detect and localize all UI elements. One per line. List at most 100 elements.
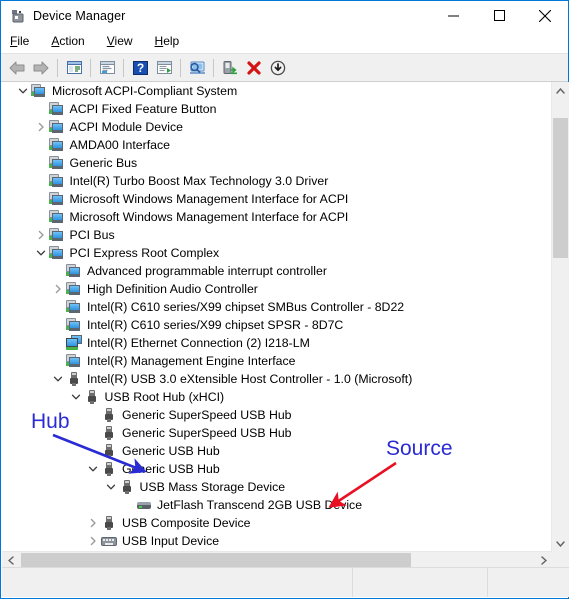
tree-item-label: Generic USB Hub bbox=[122, 462, 220, 476]
menu-help[interactable]: Help bbox=[155, 30, 180, 53]
tree-item[interactable]: Advanced programmable interrupt controll… bbox=[2, 262, 552, 280]
tree-item-label: Generic Bus bbox=[69, 156, 138, 170]
tree-item[interactable]: USB Composite Device bbox=[2, 514, 552, 532]
menu-action[interactable]: Action bbox=[51, 30, 84, 53]
tree-item[interactable]: USB Input Device bbox=[2, 532, 552, 550]
help-button[interactable]: ? bbox=[128, 56, 152, 80]
usb-icon bbox=[101, 515, 117, 531]
device-icon bbox=[48, 227, 65, 243]
chevron-right-icon[interactable] bbox=[33, 118, 49, 136]
tree-item-label: USB Mass Storage Device bbox=[139, 480, 286, 494]
device-icon bbox=[31, 83, 47, 99]
tree-item-label: High Definition Audio Controller bbox=[87, 282, 258, 296]
minimize-button[interactable] bbox=[430, 1, 476, 30]
tree-item[interactable]: Generic SuperSpeed USB Hub bbox=[2, 424, 552, 442]
back-button[interactable] bbox=[5, 56, 29, 80]
menu-view-rest: iew bbox=[114, 34, 133, 48]
tree-item-label: Microsoft Windows Management Interface f… bbox=[69, 210, 349, 224]
status-pane-3 bbox=[488, 568, 569, 597]
toolbar-separator bbox=[90, 58, 91, 77]
tree-item[interactable]: Generic SuperSpeed USB Hub bbox=[2, 406, 552, 424]
tree-item[interactable]: USB Mass Storage Device bbox=[2, 478, 552, 496]
chevron-right-icon[interactable] bbox=[50, 280, 66, 298]
tree-item[interactable]: Generic Bus bbox=[2, 154, 552, 172]
tree-item[interactable]: ACPI Fixed Feature Button bbox=[2, 100, 552, 118]
tree-item[interactable]: AMDA00 Interface bbox=[2, 136, 552, 154]
tree-item[interactable]: Microsoft ACPI-Compliant System bbox=[2, 82, 552, 100]
chevron-right-icon[interactable] bbox=[85, 514, 101, 532]
disable-device-button[interactable] bbox=[266, 56, 290, 80]
forward-button[interactable] bbox=[29, 56, 53, 80]
vertical-scrollbar-thumb[interactable] bbox=[553, 118, 568, 258]
scroll-down-arrow[interactable] bbox=[552, 535, 569, 552]
tree-item[interactable]: USB Root Hub (xHCI) bbox=[2, 388, 552, 406]
tree-item[interactable]: Intel(R) USB 3.0 eXtensible Host Control… bbox=[2, 370, 552, 388]
menu-help-rest: elp bbox=[163, 34, 180, 48]
window-title: Device Manager bbox=[33, 8, 126, 23]
device-icon bbox=[66, 281, 82, 297]
chevron-down-icon[interactable] bbox=[15, 82, 31, 100]
tree-item[interactable]: Microsoft Windows Management Interface f… bbox=[2, 190, 552, 208]
chevron-right-icon[interactable] bbox=[85, 532, 101, 550]
disk-drive-icon bbox=[136, 497, 152, 513]
tree-item-label: JetFlash Transcend 2GB USB Device bbox=[157, 498, 363, 512]
tree-item-label: Intel(R) USB 3.0 eXtensible Host Control… bbox=[87, 372, 413, 386]
tree-item-label: Generic USB Hub bbox=[122, 444, 220, 458]
scroll-up-arrow[interactable] bbox=[552, 82, 569, 99]
menu-view[interactable]: View bbox=[107, 30, 133, 53]
usb-icon bbox=[119, 479, 135, 495]
close-button[interactable] bbox=[522, 1, 568, 30]
device-icon bbox=[48, 119, 65, 135]
tree-item[interactable]: PCI Express Root Complex bbox=[2, 244, 552, 262]
uninstall-device-button[interactable] bbox=[242, 56, 266, 80]
chevron-right-icon[interactable] bbox=[33, 226, 49, 244]
tree-item[interactable]: PCI Bus bbox=[2, 226, 552, 244]
tree-item[interactable]: Generic USB Hub bbox=[2, 442, 552, 460]
update-driver-button[interactable] bbox=[152, 56, 176, 80]
horizontal-scrollbar-thumb[interactable] bbox=[21, 553, 411, 568]
usb-icon bbox=[84, 389, 100, 405]
chevron-down-icon[interactable] bbox=[68, 388, 84, 406]
tree-item[interactable]: Intel(R) C610 series/X99 chipset SPSR - … bbox=[2, 316, 552, 334]
usb-icon bbox=[101, 443, 117, 459]
chevron-down-icon[interactable] bbox=[103, 478, 119, 496]
properties-button[interactable] bbox=[95, 56, 119, 80]
status-bar bbox=[2, 567, 569, 597]
tree-item-label: PCI Bus bbox=[69, 228, 115, 242]
device-tree[interactable]: Microsoft ACPI-Compliant System ACPI Fixe… bbox=[2, 82, 552, 552]
device-icon bbox=[48, 173, 65, 189]
menu-file-rest: ile bbox=[17, 34, 30, 48]
tree-item-label: Intel(R) Ethernet Connection (2) I218-LM bbox=[87, 336, 310, 350]
menu-view-accesskey: V bbox=[106, 34, 115, 48]
tree-item-label: Microsoft ACPI-Compliant System bbox=[52, 84, 238, 98]
show-hide-tree-button[interactable] bbox=[62, 56, 86, 80]
tree-item[interactable]: ACPI Module Device bbox=[2, 118, 552, 136]
tree-item[interactable]: JetFlash Transcend 2GB USB Device bbox=[2, 496, 552, 514]
scan-hardware-button[interactable] bbox=[185, 56, 209, 80]
chevron-down-icon[interactable] bbox=[85, 460, 101, 478]
tree-item[interactable]: Microsoft Windows Management Interface f… bbox=[2, 208, 552, 226]
tree-item[interactable]: High Definition Audio Controller bbox=[2, 280, 552, 298]
tree-item[interactable]: Intel(R) Turbo Boost Max Technology 3.0 … bbox=[2, 172, 552, 190]
toolbar-separator bbox=[180, 58, 181, 77]
tree-item[interactable]: Generic USB Hub bbox=[2, 460, 552, 478]
tree-item[interactable]: Intel(R) Management Engine Interface bbox=[2, 352, 552, 370]
chevron-down-icon[interactable] bbox=[33, 244, 49, 262]
tree-item-label: Generic SuperSpeed USB Hub bbox=[122, 408, 292, 422]
tree-item[interactable]: Intel(R) Ethernet Connection (2) I218-LM bbox=[2, 334, 552, 352]
keyboard-icon bbox=[101, 533, 117, 549]
device-manager-window: Device Manager File Action View Help ? M… bbox=[0, 0, 569, 599]
vertical-scrollbar[interactable] bbox=[551, 82, 569, 552]
maximize-button[interactable] bbox=[476, 1, 522, 30]
chevron-down-icon[interactable] bbox=[50, 370, 66, 388]
tree-item-label: Generic SuperSpeed USB Hub bbox=[122, 426, 292, 440]
usb-icon bbox=[66, 371, 82, 387]
tree-item-label: Advanced programmable interrupt controll… bbox=[87, 264, 327, 278]
tree-item[interactable]: Intel(R) C610 series/X99 chipset SMBus C… bbox=[2, 298, 552, 316]
menu-file[interactable]: File bbox=[10, 30, 29, 53]
toolbar-separator bbox=[57, 58, 58, 77]
tree-item-label: USB Input Device bbox=[122, 534, 220, 548]
tree-item-label: ACPI Module Device bbox=[69, 120, 183, 134]
enable-device-button[interactable] bbox=[218, 56, 242, 80]
toolbar-separator bbox=[123, 58, 124, 77]
